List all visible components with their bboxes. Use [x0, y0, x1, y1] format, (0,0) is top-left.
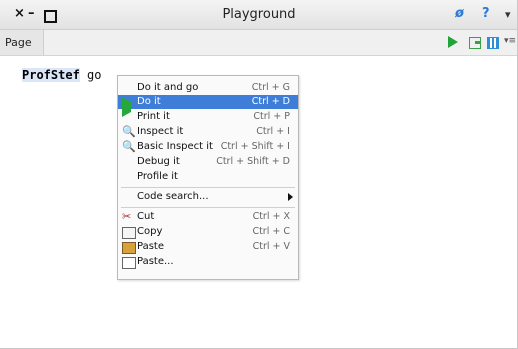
tab-bar: Page ▾≡	[0, 30, 517, 56]
menu-item-paste[interactable]: Paste Ctrl + V	[118, 240, 298, 254]
menu-item-cut[interactable]: ✂ Cut Ctrl + X	[118, 210, 298, 224]
code-line: ProfStef go	[22, 68, 101, 82]
scissors-icon: ✂	[122, 210, 132, 223]
play-icon[interactable]	[448, 36, 458, 48]
code-class-name: ProfStef	[22, 68, 80, 82]
menu-item-do-it-and-go[interactable]: Do it and go Ctrl + G	[118, 81, 298, 95]
menu-item-inspect-it[interactable]: 🔍 Inspect it Ctrl + I	[118, 125, 298, 139]
inspect-icon: 🔍	[122, 140, 136, 153]
menu-item-copy[interactable]: Copy Ctrl + C	[118, 225, 298, 239]
playground-window: × – Playground ø ? ▾ Page ▾≡ ProfStef go…	[0, 0, 518, 349]
window-menu-icon[interactable]: ▾	[505, 8, 511, 21]
menu-item-print-it[interactable]: Print it Ctrl + P	[118, 110, 298, 124]
menu-separator	[121, 207, 295, 208]
window-title: Playground	[222, 7, 296, 22]
menu-item-paste-dots[interactable]: Paste...	[118, 255, 298, 269]
menu-item-code-search[interactable]: Code search...	[118, 190, 298, 204]
export-icon[interactable]	[469, 37, 481, 49]
paste-icon	[122, 242, 136, 254]
bindings-icon[interactable]	[487, 37, 499, 49]
code-message: go	[79, 68, 102, 82]
tab-page[interactable]: Page	[0, 30, 44, 55]
title-bar[interactable]: × – Playground ø ? ▾	[0, 0, 517, 30]
menu-item-do-it[interactable]: Do it Ctrl + D	[118, 95, 298, 117]
more-menu-icon[interactable]: ▾≡	[504, 36, 516, 46]
context-menu: Do it and go Ctrl + G Do it Ctrl + D Pri…	[117, 75, 299, 280]
help-icon[interactable]: ?	[482, 6, 490, 21]
menu-item-debug-it[interactable]: Debug it Ctrl + Shift + D	[118, 155, 298, 169]
phi-icon[interactable]: ø	[455, 6, 464, 21]
inspect-icon: 🔍	[122, 125, 136, 138]
menu-separator	[121, 187, 295, 188]
paste-dots-icon	[122, 257, 136, 269]
menu-item-profile-it[interactable]: Profile it	[118, 170, 298, 184]
menu-item-basic-inspect-it[interactable]: 🔍 Basic Inspect it Ctrl + Shift + I	[118, 140, 298, 154]
submenu-arrow-icon	[288, 193, 293, 201]
copy-icon	[122, 227, 136, 239]
